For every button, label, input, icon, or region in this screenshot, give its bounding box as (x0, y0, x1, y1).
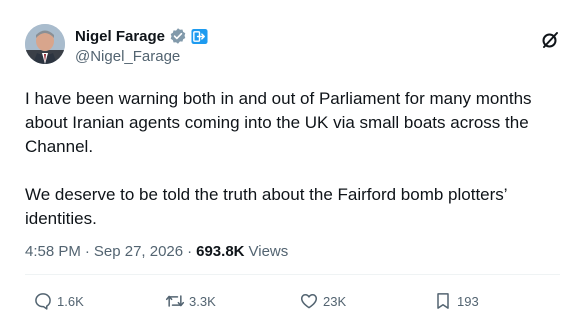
views-count[interactable]: 693.8K (196, 243, 244, 260)
repost-count: 3.3K (189, 293, 216, 309)
bookmark-icon (437, 293, 449, 309)
tweet-meta: 4:58 PM · Sep 27, 2026 · 693.8K Views (25, 243, 288, 260)
meta-separator: · (84, 243, 90, 260)
reply-icon (35, 293, 51, 310)
tweet-time[interactable]: 4:58 PM (25, 243, 81, 260)
author-handle[interactable]: @Nigel_Farage (75, 48, 180, 65)
bookmark-count: 193 (457, 293, 479, 309)
views-label: Views (248, 243, 289, 260)
avatar[interactable] (25, 24, 65, 64)
reply-count: 1.6K (57, 293, 84, 309)
tweet-paragraph: We deserve to be told the truth about th… (25, 185, 507, 228)
bookmark-button[interactable]: 193 (433, 289, 479, 313)
repost-button[interactable]: 3.3K (165, 289, 216, 313)
action-bar: 1.6K 3.3K 23K 193 (0, 289, 566, 313)
verified-badge-icon[interactable] (169, 27, 187, 45)
grok-icon[interactable] (540, 30, 560, 50)
divider (25, 274, 560, 275)
like-count: 23K (323, 293, 347, 309)
reply-button[interactable]: 1.6K (33, 289, 84, 313)
author-name-row: Nigel Farage (75, 26, 208, 46)
meta-separator: · (187, 243, 193, 260)
tweet-date[interactable]: Sep 27, 2026 (94, 243, 183, 260)
like-button[interactable]: 23K (299, 289, 346, 313)
like-icon (300, 294, 318, 309)
display-name[interactable]: Nigel Farage (75, 28, 165, 45)
repost-icon (165, 295, 185, 307)
tweet-paragraph: I have been warning both in and out of P… (25, 89, 532, 156)
tweet-text: I have been warning both in and out of P… (25, 87, 560, 231)
affiliate-badge-icon[interactable] (191, 28, 208, 45)
